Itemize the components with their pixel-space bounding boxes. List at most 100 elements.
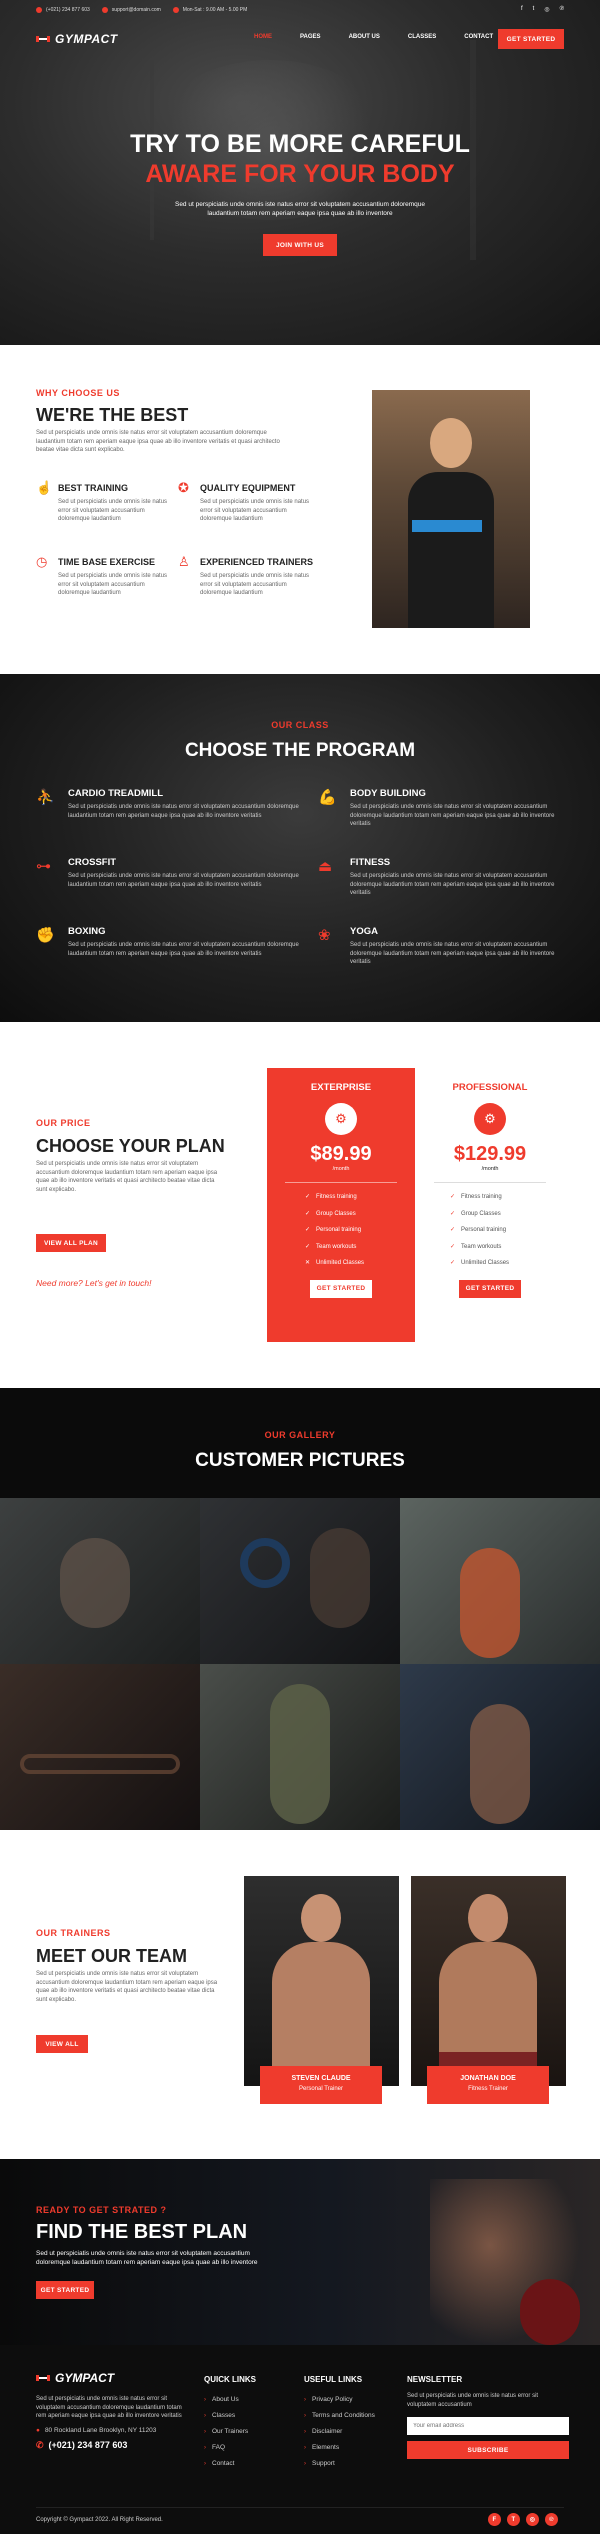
program-item-cardio[interactable]: ⛹ CARDIO TREADMILL Sed ut perspiciatis un… (36, 788, 306, 820)
chevron-right-icon: › (204, 2397, 206, 2403)
stopwatch-icon: ◷ (36, 554, 48, 569)
footer-link[interactable]: › Our Trainers (204, 2424, 294, 2440)
why-section: WHY CHOOSE US WE'RE THE BEST Sed ut pers… (0, 345, 600, 674)
trainer-name: JONATHAN DOE (460, 2075, 516, 2082)
why-text: Sed ut perspiciatis unde omnis iste natu… (36, 430, 280, 453)
check-icon: ✓ (450, 1210, 456, 1217)
nav-classes[interactable]: CLASSES (408, 34, 436, 40)
program-item-fitness[interactable]: ⏏ FITNESS Sed ut perspiciatis unde omnis … (318, 857, 568, 898)
footer-link[interactable]: › Terms and Conditions (304, 2408, 404, 2424)
trainer-card-steven[interactable]: STEVEN CLAUDE Personal Trainer (260, 2066, 382, 2104)
cta-eyebrow: READY TO GET STRATED ? (36, 2205, 167, 2215)
program-item-title: BOXING (68, 926, 106, 937)
footer-logo[interactable]: GYMPACT (36, 2371, 186, 2385)
cross-icon: ✕ (305, 1260, 311, 1266)
pricing-eyebrow: OUR PRICE (36, 1118, 91, 1128)
nav-pages[interactable]: PAGES (300, 34, 321, 40)
team-text: Sed ut perspiciatis unde omnis iste natu… (36, 1971, 218, 2003)
logo[interactable]: GYMPACT (36, 32, 118, 46)
photo-detail (272, 1942, 370, 2086)
hero-text: Sed ut perspiciatis unde omnis iste natu… (174, 201, 425, 217)
facebook-icon[interactable]: f (488, 2513, 501, 2526)
program-item-bodybuilding[interactable]: 💪 BODY BUILDING Sed ut perspiciatis unde … (318, 788, 568, 829)
pinterest-icon[interactable]: ℗ (545, 2513, 558, 2526)
topbar-phone[interactable]: (+021) 234 877 603 (36, 7, 90, 13)
program-item-title: FITNESS (350, 857, 391, 868)
why-title: WE'RE THE BEST (36, 405, 189, 425)
twitter-icon[interactable]: t (507, 2513, 520, 2526)
footer-link[interactable]: › FAQ (204, 2440, 294, 2456)
arm-muscle-icon: 💪 (318, 789, 337, 806)
footer-phone[interactable]: ✆ (+021) 234 877 603 (36, 2440, 186, 2451)
newsletter-email-input[interactable] (407, 2417, 569, 2435)
team-eyebrow: OUR TRAINERS (36, 1928, 111, 1938)
footer-link[interactable]: › Privacy Policy (304, 2392, 404, 2408)
trainer-card-jonathan[interactable]: JONATHAN DOE Fitness Trainer (427, 2066, 549, 2104)
nav-about[interactable]: ABOUT US (349, 34, 380, 40)
contact-link[interactable]: Need more? Let's get in touch! (36, 1278, 152, 1288)
check-icon: ✓ (450, 1260, 456, 1266)
instagram-icon[interactable]: ◎ (526, 2513, 539, 2526)
pricing-section: OUR PRICE CHOOSE YOUR PLAN Sed ut perspi… (0, 1022, 600, 1388)
footer-text: Sed ut perspiciatis unde omnis iste natu… (36, 2396, 182, 2419)
program-eyebrow: OUR CLASS (271, 720, 329, 730)
program-item-text: Sed ut perspiciatis unde omnis iste natu… (350, 942, 555, 965)
nav-home[interactable]: HOME (254, 34, 272, 40)
plan-feature: ✓ Fitness training (450, 1189, 552, 1206)
gallery-photo[interactable] (0, 1664, 200, 1830)
plan-feature: ✓ Group Classes (305, 1206, 415, 1223)
footer-link[interactable]: › About Us (204, 2392, 294, 2408)
plan-price: $89.99 (310, 1143, 372, 1165)
chevron-right-icon: › (204, 2461, 206, 2467)
photo-detail (310, 1528, 370, 1628)
program-item-boxing[interactable]: ✊ BOXING Sed ut perspiciatis unde omnis i… (36, 926, 306, 958)
enterprise-get-started-button[interactable]: GET STARTED (310, 1279, 372, 1298)
view-all-plan-button[interactable]: VIEW ALL PLAN (36, 1234, 106, 1252)
footer-link[interactable]: › Classes (204, 2408, 294, 2424)
view-all-trainers-button[interactable]: VIEW ALL (36, 2035, 88, 2053)
facebook-icon[interactable]: f (521, 6, 523, 13)
subscribe-button[interactable]: SUBSCRIBE (407, 2441, 569, 2459)
feature-title: TIME BASE EXERCISE (58, 557, 156, 567)
footer-about: GYMPACT Sed ut perspiciatis unde omnis i… (36, 2371, 186, 2451)
plan-price: $129.99 (453, 1143, 527, 1165)
plan-period: /month (332, 1166, 350, 1172)
plan-feature: ✓ Personal training (305, 1222, 415, 1239)
professional-get-started-button[interactable]: GET STARTED (459, 1279, 521, 1298)
gallery-photo[interactable] (400, 1498, 600, 1664)
cta-get-started-button[interactable]: GET STARTED (36, 2281, 94, 2299)
clock-icon (172, 7, 179, 13)
lotus-icon: ❀ (318, 927, 331, 944)
join-button[interactable]: JOIN WITH US (263, 234, 337, 256)
program-item-crossfit[interactable]: ⊶ CROSSFIT Sed ut perspiciatis unde omnis… (36, 857, 306, 889)
feature-text: Sed ut perspiciatis unde omnis iste natu… (200, 573, 310, 596)
footer: GYMPACT Sed ut perspiciatis unde omnis i… (0, 2345, 600, 2534)
footer-quick-links: QUICK LINKS › About Us › Classes › Our Trai… (204, 2375, 294, 2472)
instagram-icon[interactable]: ◎ (544, 6, 549, 13)
woman-athlete-photo (372, 390, 530, 628)
program-item-yoga[interactable]: ❀ YOGA Sed ut perspiciatis unde omnis ist… (318, 926, 568, 967)
footer-link[interactable]: › Disclaimer (304, 2424, 404, 2440)
gallery-photo[interactable] (200, 1664, 400, 1830)
pinterest-icon[interactable]: ℗ (560, 6, 564, 13)
footer-link[interactable]: › Elements (304, 2440, 404, 2456)
photo-detail (408, 472, 494, 628)
nav-contact[interactable]: CONTACT (464, 34, 493, 40)
chevron-right-icon: › (304, 2413, 306, 2419)
thumbs-up-icon: ☝ (36, 480, 53, 495)
plan-name: EXTERPRISE (310, 1082, 372, 1093)
topbar-email[interactable]: support@domain.com (101, 7, 161, 13)
plan-feature: ✓ Unlimited Classes (450, 1255, 552, 1272)
gallery-photo[interactable] (0, 1498, 200, 1664)
gallery-photo[interactable] (200, 1498, 400, 1664)
footer-link[interactable]: › Support (304, 2456, 404, 2472)
chevron-right-icon: › (204, 2445, 206, 2451)
program-section: OUR CLASS CHOOSE THE PROGRAM ⛹ CARDIO TR… (0, 674, 600, 1022)
gallery-photo[interactable] (400, 1664, 600, 1830)
photo-detail (468, 1894, 508, 1942)
twitter-icon[interactable]: t (533, 6, 535, 13)
footer-link[interactable]: › Contact (204, 2456, 294, 2472)
chevron-right-icon: › (304, 2397, 306, 2403)
dumbbell-logo-icon (36, 2375, 50, 2381)
get-started-button[interactable]: GET STARTED (498, 29, 564, 49)
